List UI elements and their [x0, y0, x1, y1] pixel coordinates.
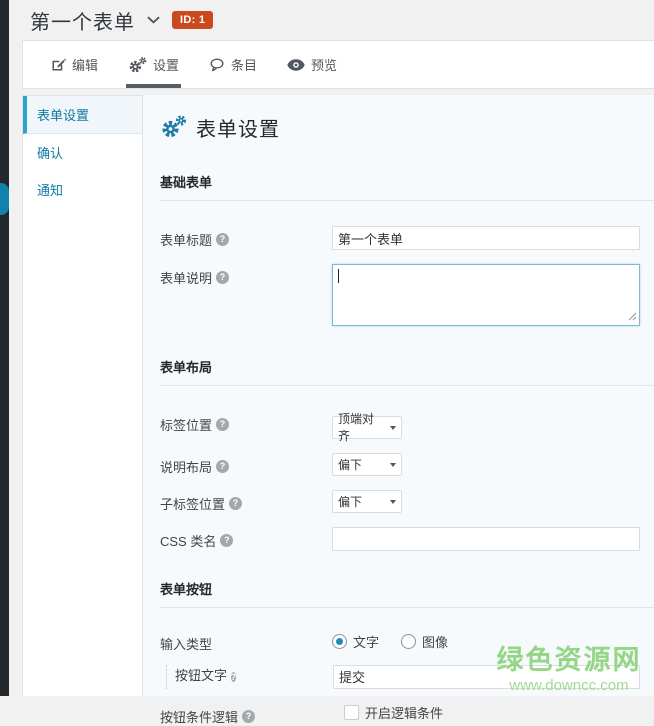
sidebar-item-notifications[interactable]: 通知 — [23, 171, 142, 208]
sidebar-item-label: 通知 — [37, 183, 63, 198]
tab-settings-label: 设置 — [153, 55, 179, 74]
description-layout-label: 说明布局 — [160, 457, 212, 476]
page-header: 第一个表单 ID: 1 — [30, 5, 213, 35]
settings-sidebar: 表单设置 确认 通知 — [22, 95, 143, 696]
help-icon[interactable]: ? — [220, 534, 233, 547]
field-row-sublabel-position: 子标签位置 ? 偏下 — [160, 490, 640, 513]
help-icon[interactable]: ? — [216, 418, 229, 431]
form-description-label: 表单说明 — [160, 268, 212, 287]
button-text-label: 按钮文字 — [175, 668, 227, 683]
description-layout-label-wrap: 说明布局 ? — [160, 453, 332, 476]
input-type-image-label: 图像 — [422, 632, 448, 651]
field-row-input-type: 输入类型 文字 图像 — [160, 630, 640, 653]
input-type-radio-image[interactable]: 图像 — [401, 632, 448, 651]
gears-icon — [160, 114, 187, 141]
help-icon[interactable]: ? — [216, 233, 229, 246]
help-icon[interactable]: ? — [242, 710, 255, 723]
label-position-label-wrap: 标签位置 ? — [160, 411, 332, 434]
sidebar-item-label: 确认 — [37, 146, 63, 161]
label-position-select[interactable]: 顶端对齐 — [332, 416, 402, 439]
tab-edit-label: 编辑 — [72, 55, 98, 74]
input-type-radio-text[interactable]: 文字 — [332, 632, 379, 651]
help-icon[interactable]: ? — [216, 460, 229, 473]
field-row-button-text: 按钮文字 ? — [166, 665, 640, 689]
sublabel-position-label: 子标签位置 — [160, 494, 225, 513]
page-title-text: 表单设置 — [196, 113, 280, 142]
conditional-logic-checkbox-option[interactable]: 开启逻辑条件 — [344, 703, 640, 722]
form-description-label-wrap: 表单说明 ? — [160, 264, 332, 287]
tab-entries-label: 条目 — [231, 55, 257, 74]
form-title-input[interactable] — [332, 226, 640, 250]
checkbox-unchecked-icon — [344, 705, 359, 720]
field-row-css-class: CSS 类名 ? — [160, 527, 640, 551]
speech-bubble-icon — [209, 57, 225, 73]
form-title-label: 表单标题 — [160, 230, 212, 249]
tab-preview-label: 预览 — [311, 55, 337, 74]
sublabel-position-select-value: 偏下 — [338, 493, 362, 510]
field-row-form-description: 表单说明 ? — [160, 264, 640, 329]
help-icon[interactable]: ? — [216, 271, 229, 284]
help-icon[interactable]: ? — [229, 497, 242, 510]
caret-down-icon — [390, 500, 396, 504]
conditional-logic-label-wrap: 按钮条件逻辑 ? — [160, 703, 332, 726]
caret-down-icon — [390, 463, 396, 467]
section-form-layout: 表单布局 — [160, 357, 654, 386]
button-text-label-wrap: 按钮文字 ? — [175, 665, 333, 684]
field-row-label-position: 标签位置 ? 顶端对齐 — [160, 411, 640, 439]
admin-menu-strip — [0, 0, 9, 696]
form-title-label-wrap: 表单标题 ? — [160, 226, 332, 249]
form-description-textarea[interactable] — [332, 264, 640, 326]
resize-handle-icon[interactable] — [628, 309, 637, 324]
sidebar-item-form-settings[interactable]: 表单设置 — [23, 96, 142, 134]
sidebar-item-label: 表单设置 — [37, 108, 89, 123]
pencil-icon — [51, 57, 66, 72]
section-basic-form: 基础表单 — [160, 172, 654, 201]
input-type-label-wrap: 输入类型 — [160, 630, 332, 653]
input-type-label: 输入类型 — [160, 634, 212, 653]
gears-icon — [128, 56, 147, 73]
sublabel-position-label-wrap: 子标签位置 ? — [160, 490, 332, 513]
tab-edit[interactable]: 编辑 — [49, 41, 100, 88]
radio-checked-icon — [332, 634, 347, 649]
description-layout-select-value: 偏下 — [338, 456, 362, 473]
tab-settings[interactable]: 设置 — [126, 41, 181, 88]
description-layout-select[interactable]: 偏下 — [332, 453, 402, 476]
eye-icon — [287, 59, 305, 71]
field-row-description-layout: 说明布局 ? 偏下 — [160, 453, 640, 476]
form-toolbar-tabs: 编辑 设置 条目 预览 — [22, 40, 654, 89]
caret-down-icon — [390, 426, 396, 430]
page-title: 表单设置 — [143, 95, 654, 142]
css-class-label: CSS 类名 — [160, 531, 216, 550]
field-row-conditional-logic: 按钮条件逻辑 ? 开启逻辑条件 — [160, 703, 640, 726]
sidebar-item-confirmations[interactable]: 确认 — [23, 134, 142, 171]
button-text-input[interactable] — [333, 665, 640, 689]
css-class-input[interactable] — [332, 527, 640, 551]
form-settings-panel: 表单设置 基础表单 表单标题 ? 表单说明 ? 表单布局 — [143, 95, 654, 696]
form-title: 第一个表单 — [30, 6, 135, 35]
tab-preview[interactable]: 预览 — [285, 41, 339, 88]
conditional-logic-option-label: 开启逻辑条件 — [365, 703, 443, 722]
radio-unchecked-icon — [401, 634, 416, 649]
chevron-down-icon[interactable] — [147, 16, 160, 24]
field-row-form-title: 表单标题 ? — [160, 226, 640, 250]
sublabel-position-select[interactable]: 偏下 — [332, 490, 402, 513]
label-position-select-value: 顶端对齐 — [338, 410, 385, 444]
conditional-logic-label: 按钮条件逻辑 — [160, 707, 238, 726]
input-type-text-label: 文字 — [353, 632, 379, 651]
tab-entries[interactable]: 条目 — [207, 41, 259, 88]
section-form-button: 表单按钮 — [160, 579, 654, 608]
form-id-badge: ID: 1 — [172, 11, 213, 29]
label-position-label: 标签位置 — [160, 415, 212, 434]
admin-menu-notch-icon[interactable] — [0, 183, 9, 215]
help-icon[interactable]: ? — [231, 672, 237, 682]
text-cursor — [338, 269, 339, 283]
css-class-label-wrap: CSS 类名 ? — [160, 527, 332, 550]
